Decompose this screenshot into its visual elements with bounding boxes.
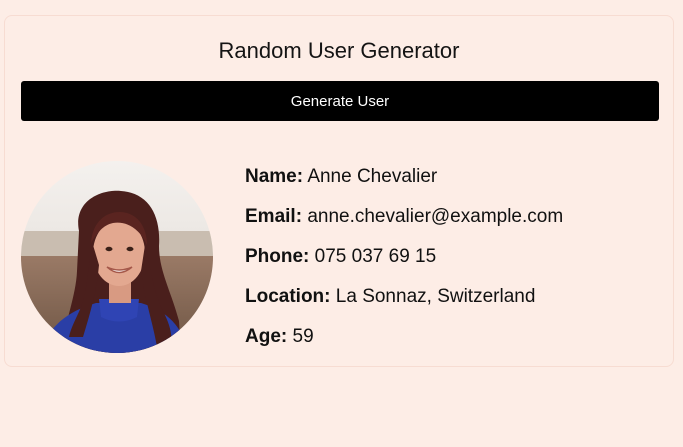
name-value: Anne Chevalier (307, 166, 438, 187)
page-title: Random User Generator (218, 38, 460, 63)
email-label: Email: (245, 206, 303, 227)
avatar (21, 161, 213, 353)
phone-value: 075 037 69 15 (314, 246, 437, 267)
user-card: Random User Generator Generate User Name… (4, 15, 674, 367)
generate-user-button[interactable]: Generate User (21, 81, 659, 121)
user-age-row: Age: 59 (245, 324, 563, 364)
phone-label: Phone: (245, 246, 310, 267)
location-value: La Sonnaz, Switzerland (335, 286, 536, 307)
user-email-row: Email: anne.chevalier@example.com (245, 204, 563, 244)
user-details: Name: Anne Chevalier Email: anne.chevali… (245, 164, 563, 364)
age-label: Age: (245, 326, 288, 347)
location-label: Location: (245, 286, 331, 307)
user-location-row: Location: La Sonnaz, Switzerland (245, 284, 563, 324)
name-label: Name: (245, 166, 304, 187)
age-value: 59 (292, 326, 314, 347)
user-name-row: Name: Anne Chevalier (245, 164, 563, 204)
email-value: anne.chevalier@example.com (307, 206, 564, 227)
user-photo (21, 161, 213, 353)
user-phone-row: Phone: 075 037 69 15 (245, 244, 563, 284)
